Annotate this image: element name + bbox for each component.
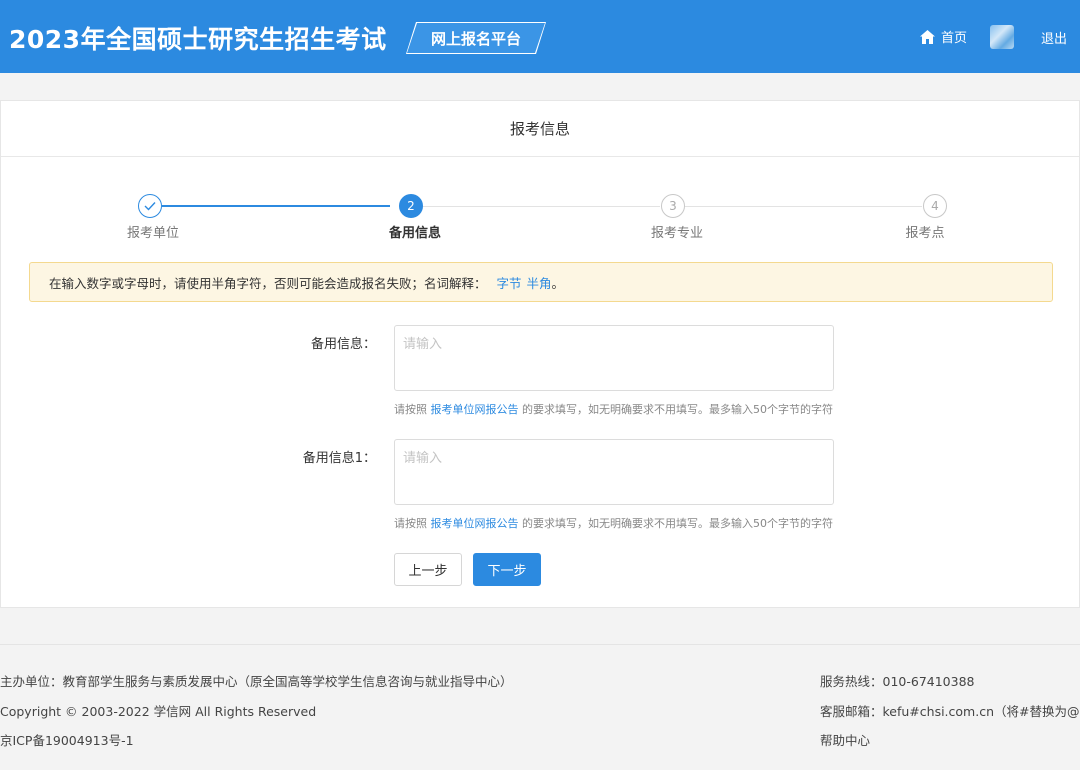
home-icon [920,29,935,44]
hint-prefix: 请按照 [394,517,427,530]
step-1-label: 报考单位 [126,226,180,241]
registration-card: 报考信息 2 3 4 报考单位 备用信息 报考专业 报考点 在输入数字或字母时，… [0,100,1080,608]
step-3-circle: 3 [661,194,685,218]
site-title: 2023年全国硕士研究生招生考试 [9,25,387,54]
platform-tag-label: 网上报名平台 [430,29,521,48]
service-email-text: 客服邮箱：kefu#chsi.com.cn（将#替换为@） [820,704,1080,719]
hint-prefix: 请按照 [394,403,427,416]
hotline-text: 服务热线：010-67410388 [820,674,975,689]
halfwidth-term-link[interactable]: 半角 [527,273,552,292]
copyright-text: Copyright © 2003-2022 学信网 All Rights Res… [0,704,317,719]
card-title: 报考信息 [1,101,1079,157]
icp-link[interactable]: 京ICP备19004913号-1 [0,730,134,749]
step-4-label: 报考点 [905,226,945,241]
step-2-circle: 2 [399,194,423,218]
backup-info1-label: 备用信息1： [302,451,376,466]
backup-info-hint: 请按照 报考单位网报公告 的要求填写，如无明确要求不用填写。最多输入50个字节的… [394,401,833,417]
logout-link[interactable]: 退出 [1041,28,1067,47]
bytes-term-link[interactable]: 字节 [497,273,522,292]
user-avatar[interactable] [990,25,1014,49]
prev-step-button[interactable]: 上一步 [394,553,462,586]
halfwidth-notice: 在输入数字或字母时，请使用半角字符，否则可能会造成报名失败；名词解释： 字节 半… [29,262,1053,302]
organizer-text: 主办单位：教育部学生服务与素质发展中心（原全国高等学校学生信息咨询与就业指导中心… [0,674,513,689]
announcement-link[interactable]: 报考单位网报公告 [431,403,519,416]
step-3-label: 报考专业 [650,226,704,241]
step-2-label: 备用信息 [388,226,442,241]
help-center-link[interactable]: 帮助中心 [820,730,870,749]
step-4-circle: 4 [923,194,947,218]
backup-info1-input[interactable] [394,439,834,505]
step-connector-2 [423,206,660,207]
home-link[interactable]: 首页 [920,27,967,46]
notice-suffix: 。 [551,275,565,291]
step-connector-3 [685,206,922,207]
backup-info-input[interactable] [394,325,834,391]
step-connector-1 [162,205,390,207]
backup-info1-hint: 请按照 报考单位网报公告 的要求填写，如无明确要求不用填写。最多输入50个字节的… [394,515,833,531]
backup-info-label: 备用信息： [310,337,376,352]
top-header: 2023年全国硕士研究生招生考试 网上报名平台 首页 退出 [0,0,1080,73]
hint-suffix: 的要求填写，如无明确要求不用填写。最多输入50个字节的字符 [522,403,833,416]
next-step-button[interactable]: 下一步 [473,553,541,586]
notice-text: 在输入数字或字母时，请使用半角字符，否则可能会造成报名失败；名词解释： [49,275,487,291]
page-footer: 主办单位：教育部学生服务与素质发展中心（原全国高等学校学生信息咨询与就业指导中心… [0,644,1080,770]
platform-tag: 网上报名平台 [406,22,546,54]
hint-suffix: 的要求填写，如无明确要求不用填写。最多输入50个字节的字符 [522,517,833,530]
step-1-check-icon [138,194,162,218]
announcement-link[interactable]: 报考单位网报公告 [431,517,519,530]
home-link-label: 首页 [941,31,968,46]
